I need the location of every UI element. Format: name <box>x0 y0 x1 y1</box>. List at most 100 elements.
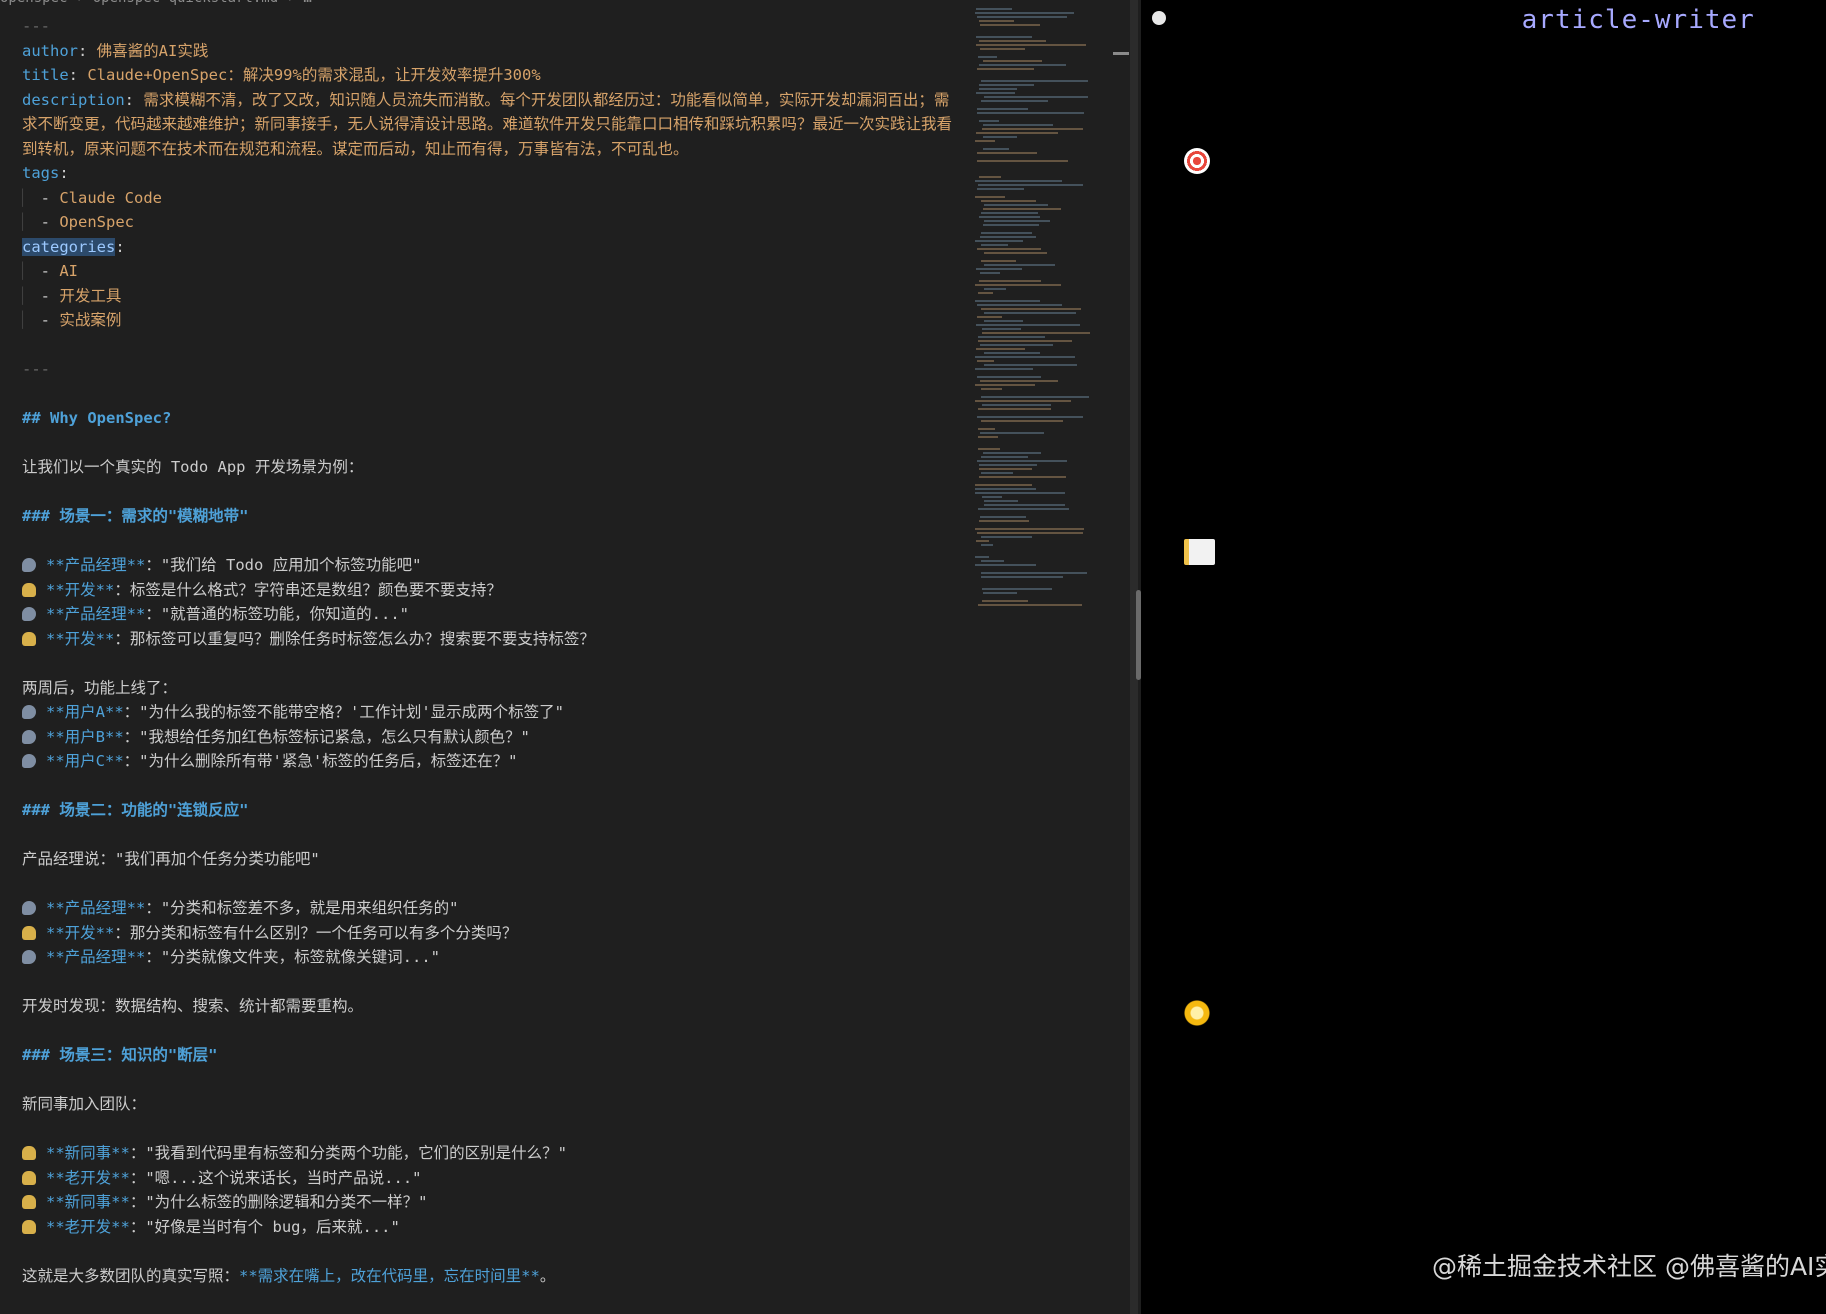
minimap-line <box>977 160 1068 162</box>
minimap-line <box>979 64 1066 66</box>
minimap[interactable] <box>975 8 1113 618</box>
dialogue-text: ：那标签可以重复吗？删除任务时标签怎么办？搜索要不要支持标签？ <box>114 629 595 648</box>
intro-line-2: agent，专门用于生成技术文章。这个 <box>1184 40 1684 71</box>
feature-num: 4. <box>1184 431 1240 461</box>
minimap-line <box>978 408 1051 410</box>
dialogue-role: **产品经理** <box>46 899 146 917</box>
dialogue-text: ："我想给任务加红色标签标记紧急，怎么只有默认颜色？" <box>123 727 530 746</box>
section-care: 人文关怀特色 <box>1184 997 1824 1033</box>
minimap-line <box>977 360 994 362</box>
minimap-line <box>975 284 1061 286</box>
description-value: 需求模糊不清，改了又改，知识随人员流失而消散。每个开发团队都经历过：功能看似简单… <box>22 90 953 158</box>
scrollbar-marker[interactable] <box>1113 52 1129 55</box>
breadcrumb[interactable]: openspec › openspec-quickstart.md › … <box>0 0 312 8</box>
minimap-line <box>979 464 1037 466</box>
minimap-line <box>981 572 1087 574</box>
minimap-line <box>984 352 1040 354</box>
minimap-line <box>984 204 1048 206</box>
minimap-line <box>978 292 993 294</box>
newcomer-text: 新同事加入团队： <box>22 1095 147 1113</box>
minimap-line <box>975 492 1065 494</box>
star-icon <box>1184 1000 1210 1026</box>
care-item: - 传递积极的技术价值观 <box>1184 1176 1512 1207</box>
categories-line: categories: <box>22 237 125 256</box>
minimap-line <box>975 400 1071 402</box>
minimap-line <box>976 92 1015 94</box>
dialogue-line: **用户B**："我想给任务加红色标签标记紧急，怎么只有默认颜色？" <box>22 725 962 750</box>
minimap-line <box>975 556 989 558</box>
minimap-line <box>979 40 1046 42</box>
minimap-line <box>976 44 1086 46</box>
feature-item: 2. 痛点导向：擅长从具体问题场景切入，引发读者共鸣 <box>1184 287 1824 358</box>
minimap-line <box>976 324 1080 326</box>
heading-scene3: ### 场景三：知识的"断层" <box>22 1046 218 1064</box>
final-line: 这就是大多数团队的真实写照：**需求在嘴上，改在代码里，忘在时间里**。 <box>22 1264 962 1289</box>
intro-line-3: agent 具有以下特点： <box>1184 76 1499 106</box>
minimap-line <box>979 520 1029 522</box>
dialogue-text: ："分类和标签差不多，就是用来组织任务的" <box>145 899 459 917</box>
minimap-line <box>980 344 1053 346</box>
intro-part: 完成！我已经成功创建了 <box>1184 5 1522 35</box>
norm-title: Scenarios 部分 <box>1221 821 1466 852</box>
norm-item: - Summary 部分：成就感收获，核心技能，实战价值 <box>1184 892 1806 959</box>
dialogue-text: ："嗯...这个说来话长，当时产品说..." <box>129 1168 422 1187</box>
minimap-line <box>981 80 1088 82</box>
tags-line: tags: <box>22 164 69 182</box>
minimap-line <box>979 20 1014 22</box>
code-area[interactable]: --- author: 佛喜酱的AI实践 title: Claude+OpenS… <box>22 14 962 1288</box>
dialogue-text: ："我们给 Todo 应用加个标签功能吧" <box>145 556 422 574</box>
care-item: - 分享个人成长经历 <box>1184 1141 1454 1171</box>
pm-says-text: 产品经理说："我们再加个任务分类功能吧" <box>22 850 320 868</box>
dialogue-line: **产品经理**："我们给 Todo 应用加个标签功能吧" <box>22 553 962 578</box>
norm-item: - How 部分：实战演示，代码示例，关键步骤 <box>1184 786 1789 816</box>
dialogue-text: ："为什么删除所有带'紧急'标签的任务后，标签还在？" <box>123 752 518 770</box>
norm-title: What 部分 <box>1221 750 1373 781</box>
minimap-line <box>981 244 1008 246</box>
feature-num: 2. <box>1184 289 1240 319</box>
minimap-line <box>982 588 1052 590</box>
minimap-line <box>975 564 1036 566</box>
speech-bubble-icon <box>22 705 36 719</box>
minimap-line <box>977 112 1084 114</box>
minimap-line <box>981 308 1081 310</box>
minimap-line <box>983 208 1061 210</box>
minimap-line <box>977 16 1067 18</box>
markdown-editor[interactable]: openspec › openspec-quickstart.md › … --… <box>0 0 1130 1314</box>
minimap-line <box>982 496 1002 498</box>
speech-bubble-icon <box>22 607 36 621</box>
speech-bubble-icon <box>22 901 36 915</box>
feature-num: 3. <box>1184 360 1240 390</box>
minimap-line <box>975 528 1084 530</box>
dialogue-line: **用户C**："为什么删除所有带'紧急'标签的任务后，标签还在？" <box>22 749 962 774</box>
minimap-line <box>975 368 1033 370</box>
minimap-line <box>981 232 1032 234</box>
dialogue-line: **开发**：那分类和标签有什么区别？一个任务可以有多个分类吗？ <box>22 921 962 946</box>
minimap-line <box>984 252 1047 254</box>
minimap-line <box>980 272 1000 274</box>
minimap-line <box>978 336 1045 338</box>
intro-line: 完成！我已经成功创建了 article-writer <box>1184 3 1824 39</box>
dialogue-role: **用户C** <box>46 752 124 770</box>
minimap-line <box>981 544 993 546</box>
minimap-line <box>981 100 1048 102</box>
dialogue-role: **开发** <box>46 629 115 648</box>
minimap-line <box>977 376 1041 378</box>
minimap-line <box>979 84 1034 86</box>
minimap-line <box>979 120 999 122</box>
section-title: 人文关怀特色 <box>1228 999 1403 1029</box>
minimap-line <box>977 532 1083 534</box>
minimap-line <box>981 200 1036 202</box>
minimap-line <box>975 196 1005 198</box>
minimap-line <box>976 348 1025 350</box>
category-value: 实战案例 <box>59 311 122 329</box>
care-item: - 鼓励学习和尝试 <box>1184 1105 1425 1136</box>
dialogue-role: **产品经理** <box>46 948 146 966</box>
dialogue-role: **老开发** <box>46 1217 130 1236</box>
tag-value: OpenSpec <box>59 213 134 231</box>
minimap-line <box>983 60 1042 62</box>
dialogue-line: **老开发**："嗯...这个说来话长，当时产品说..." <box>22 1166 962 1191</box>
dialogue-role: **用户A** <box>46 703 124 721</box>
minimap-line <box>975 240 1023 242</box>
speech-bubble-icon <box>22 558 36 572</box>
dialogue-text: ："我看到代码里有标签和分类两个功能，它们的区别是什么？" <box>129 1144 567 1162</box>
